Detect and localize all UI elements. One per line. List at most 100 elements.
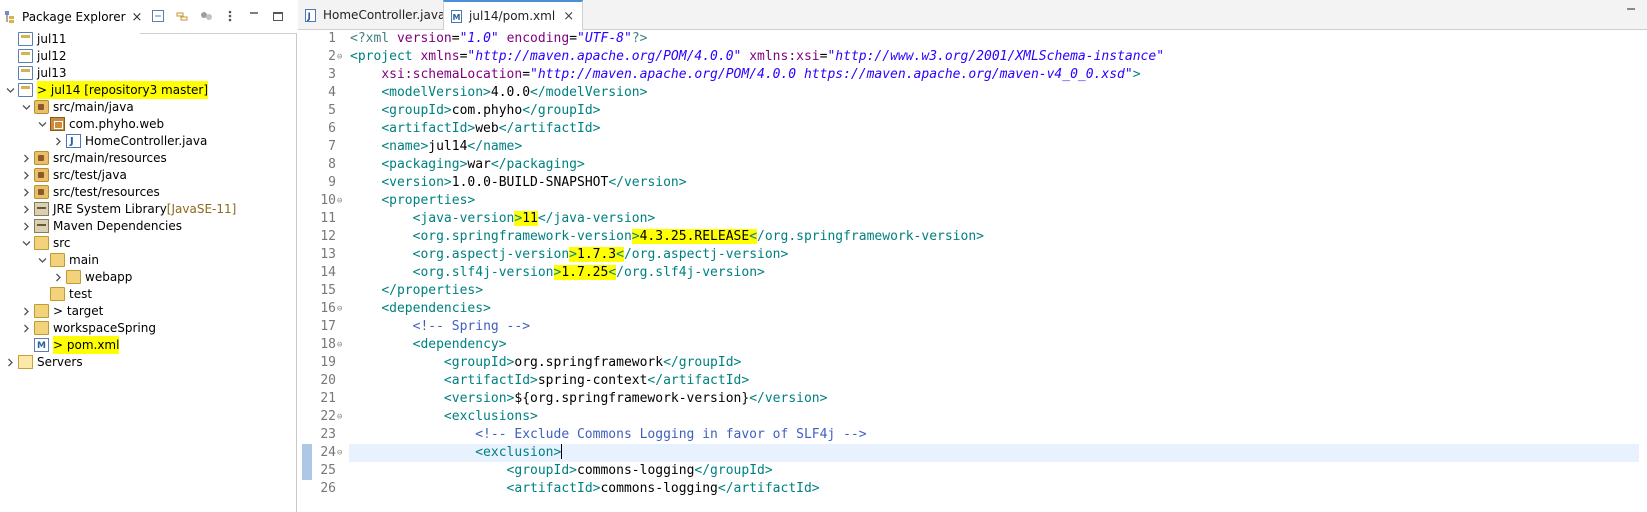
- tree-item-webapp[interactable]: webapp: [0, 268, 296, 286]
- tree-item-src-main-java[interactable]: src/main/java: [0, 98, 296, 116]
- code-line[interactable]: 20 <artifactId>spring-context</artifactI…: [298, 372, 1647, 390]
- tree-item-com-phyho-web[interactable]: com.phyho.web: [0, 115, 296, 133]
- code-line[interactable]: 3 xsi:schemaLocation="http://maven.apach…: [298, 66, 1647, 84]
- tab-pom-xml[interactable]: M jul14/pom.xml ×: [443, 0, 584, 30]
- minimize-icon[interactable]: [246, 8, 262, 24]
- tree-item-test[interactable]: test: [0, 285, 296, 303]
- chevron-down-icon[interactable]: [4, 81, 16, 99]
- tree-item-maven-deps[interactable]: Maven Dependencies: [0, 217, 296, 235]
- chevron-right-icon[interactable]: [20, 319, 32, 337]
- line-number: 10: [320, 193, 336, 208]
- code-token: "1.0": [459, 31, 499, 46]
- chevron-right-icon[interactable]: [52, 268, 64, 286]
- code-line[interactable]: 8 <packaging>war</packaging>: [298, 156, 1647, 174]
- tree-item-label: jul12: [37, 49, 67, 63]
- code-token: <project: [350, 49, 421, 64]
- line-number: 25: [320, 463, 336, 478]
- chevron-right-icon[interactable]: [20, 217, 32, 235]
- chevron-right-icon[interactable]: [20, 149, 32, 167]
- fold-toggle-icon[interactable]: ⊖: [337, 408, 347, 426]
- code-line[interactable]: 21 <version>${org.springframework-versio…: [298, 390, 1647, 408]
- tree-item-src-test-resources[interactable]: src/test/resources: [0, 183, 296, 201]
- code-line[interactable]: 24 ⊖ <exclusion>: [298, 444, 1647, 462]
- filter-icon[interactable]: [198, 8, 214, 24]
- code-token: </name>: [467, 139, 523, 154]
- tree-item-src-main-resources[interactable]: src/main/resources: [0, 149, 296, 167]
- code-token: "http://maven.apache.org/POM/4.0.0": [467, 49, 742, 64]
- fold-toggle-icon[interactable]: ⊖: [337, 300, 347, 318]
- close-icon[interactable]: ×: [132, 10, 143, 25]
- code-line[interactable]: 10 ⊖ <properties>: [298, 192, 1647, 210]
- code-line[interactable]: 7 <name>jul14</name>: [298, 138, 1647, 156]
- tree-item-jul12[interactable]: jul12: [0, 47, 296, 65]
- tree-item-label: jul13: [37, 66, 67, 80]
- tab-package-explorer[interactable]: Package Explorer ×: [0, 0, 143, 34]
- chevron-down-icon[interactable]: [36, 251, 48, 269]
- tree-item-jul13[interactable]: jul13: [0, 64, 296, 82]
- tree-item-servers[interactable]: Servers: [0, 353, 296, 371]
- code-token: <org.slf4j-version: [412, 265, 554, 280]
- code-line[interactable]: 16 ⊖ <dependencies>: [298, 300, 1647, 318]
- code-line[interactable]: 15 </properties>: [298, 282, 1647, 300]
- code-line[interactable]: 1 <?xml version="1.0" encoding="UTF-8"?>: [298, 30, 1647, 48]
- code-line[interactable]: 17 <!-- Spring -->: [298, 318, 1647, 336]
- code-line[interactable]: 9 <version>1.0.0-BUILD-SNAPSHOT</version…: [298, 174, 1647, 192]
- tab-homecontroller[interactable]: J HomeController.java: [298, 0, 453, 30]
- tree-item-label: src: [53, 236, 71, 250]
- code-line[interactable]: 14 <org.slf4j-version>1.7.25</org.slf4j-…: [298, 264, 1647, 282]
- chevron-down-icon[interactable]: [20, 234, 32, 252]
- tree-item-label: src/test/resources: [53, 185, 160, 199]
- fold-toggle-icon[interactable]: ⊖: [337, 192, 347, 210]
- chevron-right-icon[interactable]: [4, 353, 16, 371]
- code-line[interactable]: 5 <groupId>com.phyho</groupId>: [298, 102, 1647, 120]
- code-line[interactable]: 26 <artifactId>commons-logging</artifact…: [298, 480, 1647, 498]
- code-line[interactable]: 12 <org.springframework-version>4.3.25.R…: [298, 228, 1647, 246]
- fold-toggle-icon[interactable]: ⊖: [337, 444, 347, 462]
- code-line[interactable]: 2 ⊖ <project xmlns="http://maven.apache.or…: [298, 48, 1647, 66]
- code-line[interactable]: 4 <modelVersion>4.0.0</modelVersion>: [298, 84, 1647, 102]
- chevron-right-icon[interactable]: [20, 200, 32, 218]
- fold-toggle-icon[interactable]: ⊖: [337, 48, 347, 66]
- tree-item-homecontroller[interactable]: HomeController.java: [0, 132, 296, 151]
- tree-item-workspaceSpring[interactable]: workspaceSpring: [0, 319, 296, 337]
- tree-item-src-test-java[interactable]: src/test/java: [0, 166, 296, 184]
- code-token: /org.aspectj-version>: [623, 247, 789, 262]
- tree-item-jul14[interactable]: > jul14 [repository3 master]: [0, 81, 296, 99]
- chevron-right-icon[interactable]: [52, 132, 64, 150]
- chevron-down-icon[interactable]: [20, 98, 32, 116]
- code-token: version: [396, 31, 452, 46]
- chevron-down-icon[interactable]: [36, 115, 48, 133]
- line-source: <modelVersion>4.0.0</modelVersion>: [350, 84, 647, 102]
- tree-item-pom-xml[interactable]: > pom.xml: [0, 336, 296, 355]
- chevron-right-icon[interactable]: [20, 302, 32, 320]
- link-with-editor-icon[interactable]: [174, 8, 190, 24]
- close-icon[interactable]: ×: [563, 9, 574, 24]
- minimize-icon[interactable]: [1625, 6, 1637, 21]
- xml-source-editor[interactable]: 1 <?xml version="1.0" encoding="UTF-8"?> 2…: [298, 30, 1647, 512]
- tree-item-jul11[interactable]: jul11: [0, 30, 296, 48]
- collapse-all-icon[interactable]: [150, 8, 166, 24]
- code-line[interactable]: 13 <org.aspectj-version>1.7.3</org.aspec…: [298, 246, 1647, 264]
- java-file-icon: J: [304, 8, 317, 22]
- code-line[interactable]: 11 <java-version>11</java-version>: [298, 210, 1647, 228]
- tree-item-src[interactable]: src: [0, 234, 296, 252]
- chevron-right-icon[interactable]: [20, 183, 32, 201]
- chevron-right-icon[interactable]: [20, 166, 32, 184]
- tree-item-jre[interactable]: JRE System Library[JavaSE-11]: [0, 200, 296, 218]
- tree-item-target[interactable]: > target: [0, 302, 296, 320]
- maximize-icon[interactable]: [270, 8, 286, 24]
- tree-item-main[interactable]: main: [0, 251, 296, 269]
- code-line[interactable]: 19 <groupId>org.springframework</groupId…: [298, 354, 1647, 372]
- code-line[interactable]: 6 <artifactId>web</artifactId>: [298, 120, 1647, 138]
- code-token: web: [475, 121, 499, 136]
- code-token: <org.aspectj-version: [412, 247, 570, 262]
- fold-toggle-icon[interactable]: ⊖: [337, 336, 347, 354]
- code-line[interactable]: 18 ⊖ <dependency>: [298, 336, 1647, 354]
- code-line[interactable]: 22 ⊖ <exclusions>: [298, 408, 1647, 426]
- code-line[interactable]: 23 <!-- Exclude Commons Logging in favor…: [298, 426, 1647, 444]
- view-menu-icon[interactable]: [222, 8, 238, 24]
- highlighted-token: 4.3.25.RELEASE: [639, 229, 750, 244]
- code-line[interactable]: 25 <groupId>commons-logging</groupId>: [298, 462, 1647, 480]
